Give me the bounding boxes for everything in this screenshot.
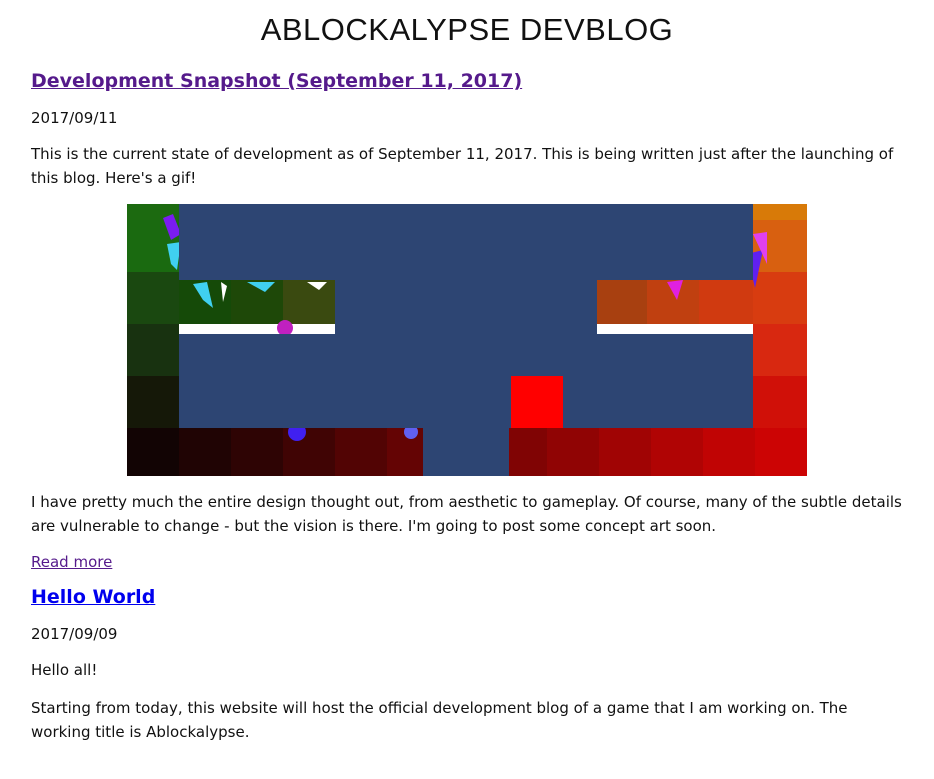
post-title: Hello World [31, 584, 903, 610]
post-title-link[interactable]: Development Snapshot (September 11, 2017… [31, 70, 522, 92]
player-block [511, 376, 563, 428]
read-more-link[interactable]: Read more [31, 552, 112, 572]
gameplay-gif-image [127, 204, 807, 476]
post-paragraph: I have pretty much the entire design tho… [31, 493, 902, 535]
post-paragraph: This is the current state of development… [31, 145, 894, 187]
post-paragraph: Hello all! [31, 661, 98, 679]
post-date: 2017/09/11 [31, 109, 118, 127]
page: ABLOCKALYPSE DEVBLOG Development Snapsho… [0, 0, 934, 779]
post-paragraph: Starting from today, this website will h… [31, 699, 848, 741]
post-gif [31, 204, 903, 476]
post-title-link[interactable]: Hello World [31, 586, 155, 608]
post-date: 2017/09/09 [31, 625, 118, 643]
site-title: ABLOCKALYPSE DEVBLOG [260, 12, 674, 47]
post-development-snapshot: Development Snapshot (September 11, 2017… [31, 68, 903, 572]
post-title: Development Snapshot (September 11, 2017… [31, 68, 903, 94]
post-hello-world: Hello World 2017/09/09 Hello all! Starti… [31, 584, 903, 744]
